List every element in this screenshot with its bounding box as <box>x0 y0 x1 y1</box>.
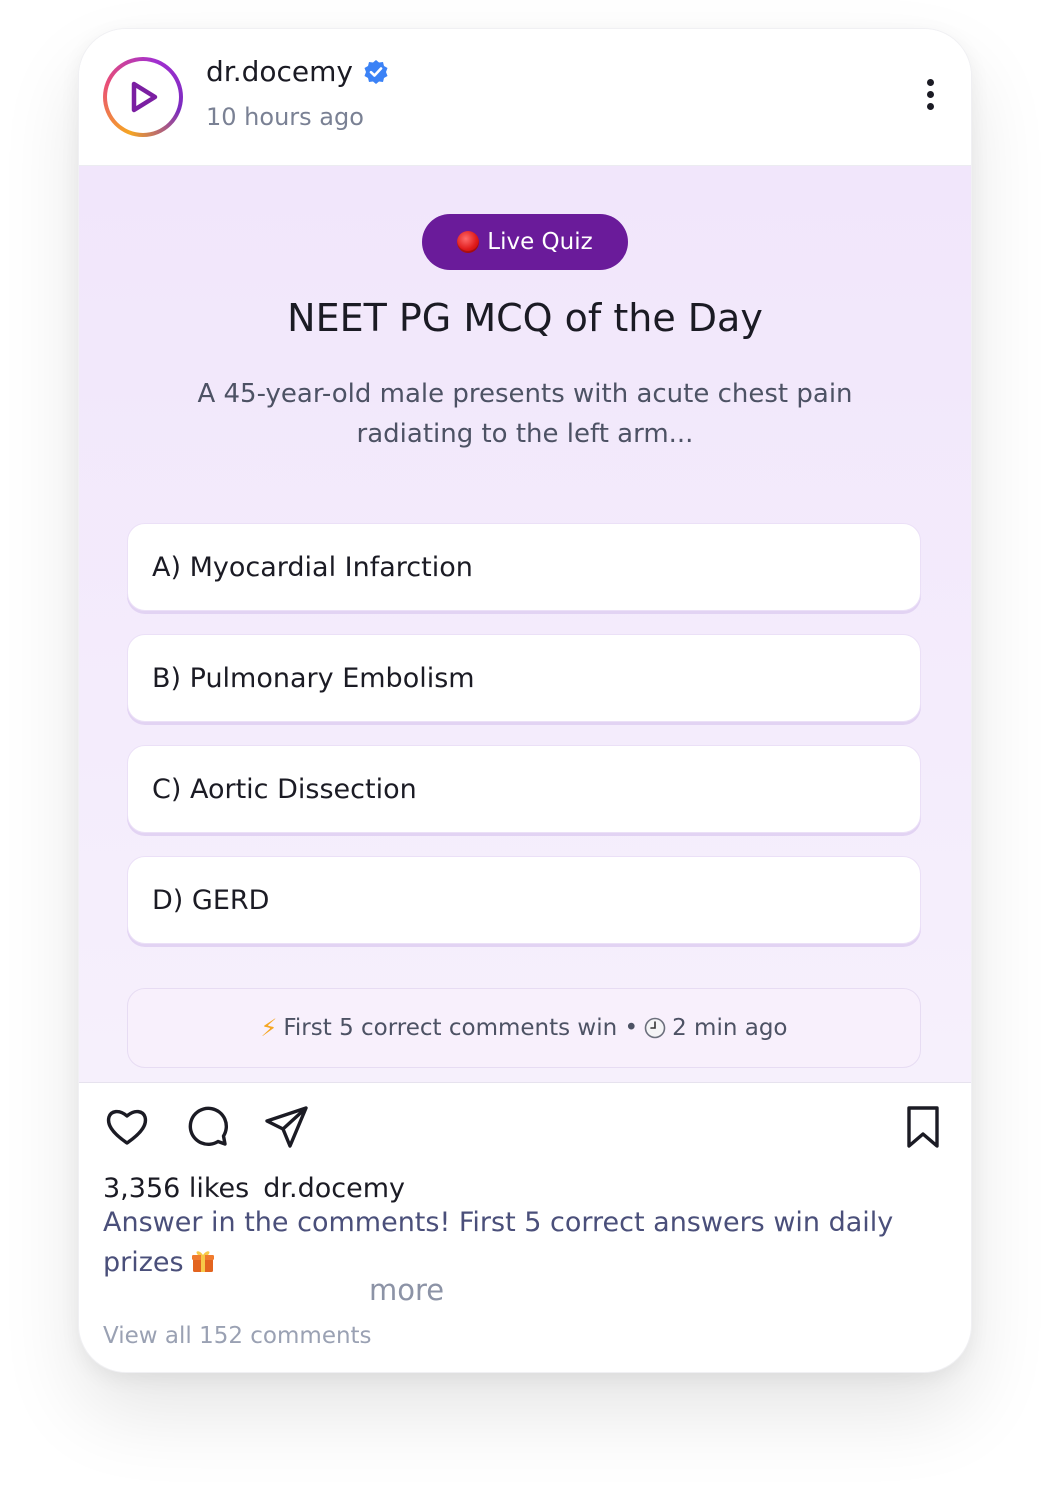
live-quiz-label: Live Quiz <box>487 229 593 255</box>
option-b[interactable]: B) Pulmonary Embolism <box>127 634 921 722</box>
caption: Answer in the comments! First 5 correct … <box>103 1203 933 1283</box>
option-label: A) Myocardial Infarction <box>152 551 473 583</box>
likes-row: 3,356 likes dr.docemy <box>103 1173 405 1204</box>
quiz-info-text: First 5 correct comments win • <box>283 1015 639 1041</box>
quiz-panel: Live Quiz NEET PG MCQ of the Day A 45-ye… <box>79 166 971 1083</box>
action-bar <box>79 1083 971 1173</box>
post-card: dr.docemy 10 hours ago Live Quiz NEET PG… <box>78 28 972 1373</box>
verified-badge-icon <box>364 59 388 84</box>
view-comments-link[interactable]: View all 152 comments <box>103 1323 372 1349</box>
gift-icon <box>191 1251 214 1272</box>
caption-username[interactable]: dr.docemy <box>263 1173 405 1204</box>
bookmark-icon[interactable] <box>899 1103 947 1151</box>
likes-count[interactable]: 3,356 likes <box>103 1173 249 1204</box>
live-dot-icon <box>457 231 480 253</box>
quiz-question: A 45-year-old male presents with acute c… <box>197 379 853 449</box>
play-icon <box>131 81 158 113</box>
caption-text: Answer in the comments! First 5 correct … <box>103 1207 894 1278</box>
clock-icon <box>644 1017 666 1039</box>
option-a[interactable]: A) Myocardial Infarction <box>127 523 921 611</box>
post-header: dr.docemy 10 hours ago <box>79 29 971 166</box>
option-c[interactable]: C) Aortic Dissection <box>127 745 921 833</box>
more-link[interactable]: more <box>369 1273 444 1307</box>
quiz-info-time: 2 min ago <box>672 1015 788 1041</box>
lightning-icon: ⚡ <box>260 1014 278 1042</box>
option-d[interactable]: D) GERD <box>127 856 921 944</box>
post-timestamp: 10 hours ago <box>206 103 364 131</box>
comment-icon[interactable] <box>183 1103 231 1151</box>
quiz-title: NEET PG MCQ of the Day <box>287 296 763 340</box>
option-label: B) Pulmonary Embolism <box>152 662 475 694</box>
quiz-info-box: ⚡ First 5 correct comments win • 2 min a… <box>127 988 921 1068</box>
username-row[interactable]: dr.docemy <box>206 55 389 88</box>
send-icon[interactable] <box>263 1103 311 1151</box>
option-label: D) GERD <box>152 884 270 916</box>
option-label: C) Aortic Dissection <box>152 773 417 805</box>
avatar[interactable] <box>103 57 183 137</box>
live-quiz-badge: Live Quiz <box>422 214 628 270</box>
username[interactable]: dr.docemy <box>206 55 353 88</box>
more-vertical-icon[interactable] <box>925 79 935 115</box>
heart-icon[interactable] <box>103 1103 151 1151</box>
